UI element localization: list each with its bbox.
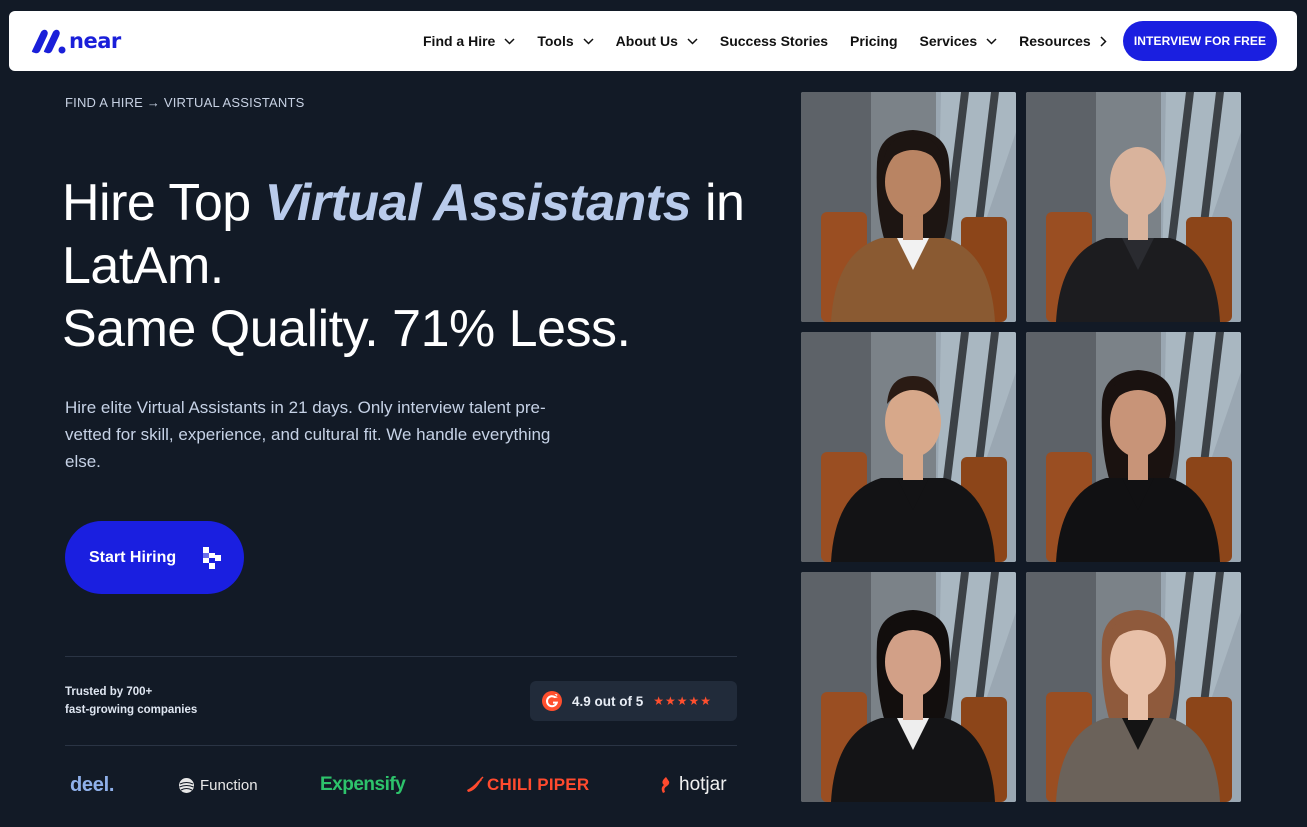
team-photo	[801, 92, 1016, 322]
menu-item-resources[interactable]: Resources	[1019, 33, 1107, 49]
menu-label: About Us	[615, 33, 678, 49]
hotjar-logo-text: hotjar	[679, 774, 727, 795]
hero-subheading: Hire elite Virtual Assistants in 21 days…	[65, 398, 551, 471]
svg-text:2: 2	[555, 694, 558, 700]
trusted-line2: fast-growing companies	[65, 704, 198, 716]
client-logos: deel. Function Expensify CHILI PIPER hot…	[65, 768, 737, 802]
start-hiring-label: Start Hiring	[89, 548, 177, 566]
divider	[65, 656, 737, 657]
chili-piper-logo-text: CHILI PIPER	[487, 775, 590, 794]
menu-item-find-a-hire[interactable]: Find a Hire	[423, 33, 515, 49]
star-rating-icon: ★★★★★	[653, 694, 713, 708]
function-logo-text: Function	[200, 776, 258, 794]
menu-item-services[interactable]: Services	[920, 33, 998, 49]
expensify-logo: Expensify	[320, 774, 406, 795]
menu-item-pricing[interactable]: Pricing	[850, 33, 897, 49]
menu-label: Pricing	[850, 33, 898, 49]
divider	[65, 745, 737, 746]
menu-item-about-us[interactable]: About Us	[616, 33, 698, 49]
logo-text: near	[69, 29, 121, 53]
trusted-by-text: Trusted by 700+ fast-growing companies	[65, 683, 197, 719]
headline-part1: Hire Top	[62, 174, 265, 232]
menu-label: Resources	[1019, 33, 1091, 49]
portrait-image	[801, 572, 1016, 802]
hero-headline: Hire Top Virtual Assistants in LatAm. Sam…	[62, 172, 762, 361]
chevron-right-icon	[1100, 35, 1107, 47]
menu-item-tools[interactable]: Tools	[537, 33, 594, 49]
headline-accent: Virtual Assistants	[264, 174, 692, 232]
portrait-image	[801, 92, 1016, 322]
headline-line3: Same Quality. 71% Less.	[62, 300, 631, 358]
pixel-arrow-icon	[203, 547, 221, 569]
hotjar-logo: hotjar	[659, 768, 727, 802]
chili-pepper-icon	[467, 776, 484, 792]
menu-item-success-stories[interactable]: Success Stories	[720, 33, 828, 49]
rating-text: 4.9 out of 5	[572, 693, 644, 709]
team-photo	[1026, 572, 1241, 802]
portrait-image	[1026, 572, 1241, 802]
trusted-line1: Trusted by 700+	[65, 686, 153, 698]
breadcrumb[interactable]: FIND A HIRE → VIRTUAL ASSISTANTS	[65, 95, 305, 110]
main-menu: Find a Hire Tools About Us Success Stori…	[423, 11, 1129, 71]
team-photo	[801, 332, 1016, 562]
function-logo: Function	[178, 768, 258, 802]
team-photo	[801, 572, 1016, 802]
hotjar-flame-icon	[661, 777, 670, 793]
portrait-image	[1026, 92, 1241, 322]
top-nav: near Find a Hire Tools About Us Success …	[9, 11, 1297, 71]
chevron-down-icon	[504, 37, 515, 45]
team-photo	[1026, 92, 1241, 322]
near-logo[interactable]: near	[29, 27, 121, 55]
chevron-down-icon	[583, 37, 594, 45]
menu-label: Services	[919, 33, 978, 49]
portrait-image	[1026, 332, 1241, 562]
deel-logo: deel.	[70, 773, 115, 796]
portrait-image	[801, 332, 1016, 562]
chevron-down-icon	[687, 37, 698, 45]
chili-piper-logo: CHILI PIPER	[465, 768, 589, 802]
team-photo	[1026, 332, 1241, 562]
g2-rating-badge[interactable]: 2 4.9 out of 5 ★★★★★	[530, 681, 737, 721]
chevron-down-icon	[986, 37, 997, 45]
start-hiring-button[interactable]: Start Hiring	[65, 521, 244, 594]
menu-label: Success Stories	[719, 33, 829, 49]
g2-icon: 2	[542, 691, 562, 711]
menu-label: Tools	[537, 33, 574, 49]
interview-for-free-button[interactable]: INTERVIEW FOR FREE	[1123, 21, 1277, 61]
menu-label: Find a Hire	[423, 33, 496, 49]
near-logo-icon	[29, 27, 69, 55]
function-logo-icon	[179, 777, 194, 793]
